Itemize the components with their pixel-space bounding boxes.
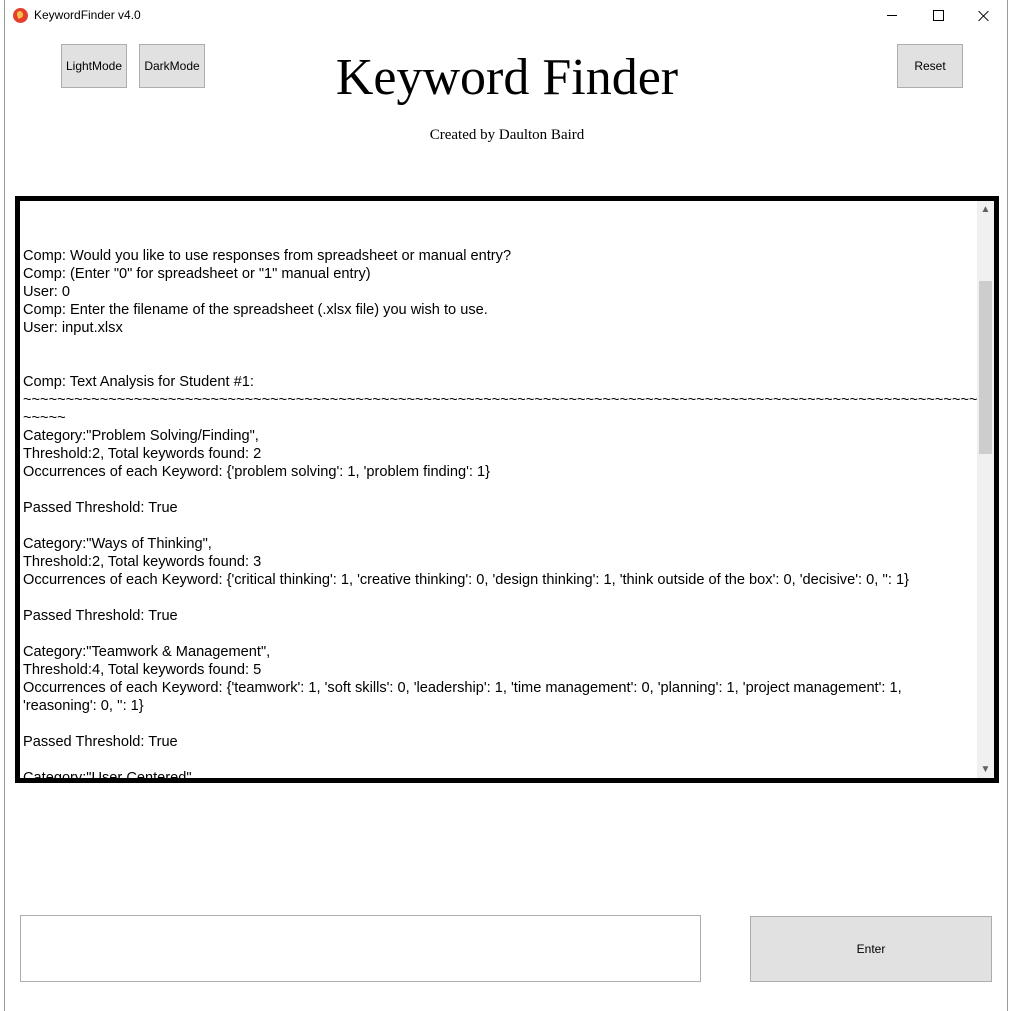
maximize-icon bbox=[932, 10, 944, 21]
minimize-button[interactable] bbox=[869, 0, 915, 31]
output-line: Threshold:2, Total keywords found: 3 bbox=[23, 554, 262, 570]
page-subtitle: Created by Daulton Baird bbox=[429, 127, 585, 143]
output-line: User: 0 bbox=[23, 284, 71, 300]
title-bar[interactable]: KeywordFinder v4.0 bbox=[5, 0, 1007, 32]
output-line: Occurrences of each Keyword: {'critical … bbox=[23, 572, 910, 588]
app-icon bbox=[13, 8, 28, 23]
output-line: Passed Threshold: True bbox=[23, 500, 178, 516]
scroll-down-icon[interactable]: ▼ bbox=[977, 761, 994, 778]
output-log[interactable]: Comp: Would you like to use responses fr… bbox=[23, 229, 978, 778]
output-line: Comp: Text Analysis for Student #1: bbox=[23, 374, 254, 390]
output-line: Category:"Teamwork & Management", bbox=[23, 644, 271, 660]
output-line: Category:"Problem Solving/Finding", bbox=[23, 428, 259, 444]
output-line: Occurrences of each Keyword: {'problem s… bbox=[23, 464, 491, 480]
output-line: Passed Threshold: True bbox=[23, 734, 178, 750]
output-line: Passed Threshold: True bbox=[23, 608, 178, 624]
app-window: KeywordFinder v4.0 LightMode DarkMode Re… bbox=[4, 0, 1008, 1011]
output-line: Comp: (Enter "0" for spreadsheet or "1" … bbox=[23, 266, 371, 282]
output-line: Category:"User Centered", bbox=[23, 770, 196, 778]
output-scrollbar[interactable]: ▲ ▼ bbox=[977, 201, 994, 778]
enter-button[interactable]: Enter bbox=[750, 916, 992, 982]
scroll-up-icon[interactable]: ▲ bbox=[977, 201, 994, 218]
output-line: Threshold:4, Total keywords found: 5 bbox=[23, 662, 262, 678]
close-button[interactable] bbox=[961, 0, 1007, 31]
output-line: ~~~~~~~~~~~~~~~~~~~~~~~~~~~~~~~~~~~~~~~~… bbox=[23, 392, 978, 426]
output-line: Category:"Ways of Thinking", bbox=[23, 536, 212, 552]
minimize-icon bbox=[887, 15, 897, 16]
output-line: Comp: Enter the filename of the spreadsh… bbox=[23, 302, 488, 318]
entry-input[interactable] bbox=[20, 915, 701, 982]
output-line: Comp: Would you like to use responses fr… bbox=[23, 248, 512, 264]
output-line: Threshold:2, Total keywords found: 2 bbox=[23, 446, 262, 462]
output-panel[interactable]: Comp: Would you like to use responses fr… bbox=[15, 196, 999, 783]
close-icon bbox=[978, 10, 990, 22]
scroll-thumb[interactable] bbox=[979, 281, 992, 454]
output-line: User: input.xlsx bbox=[23, 320, 123, 336]
window-title: KeywordFinder v4.0 bbox=[34, 8, 141, 22]
page-title: Keyword Finder bbox=[335, 49, 679, 106]
output-line: Occurrences of each Keyword: {'teamwork'… bbox=[23, 680, 906, 714]
maximize-button[interactable] bbox=[915, 0, 961, 31]
